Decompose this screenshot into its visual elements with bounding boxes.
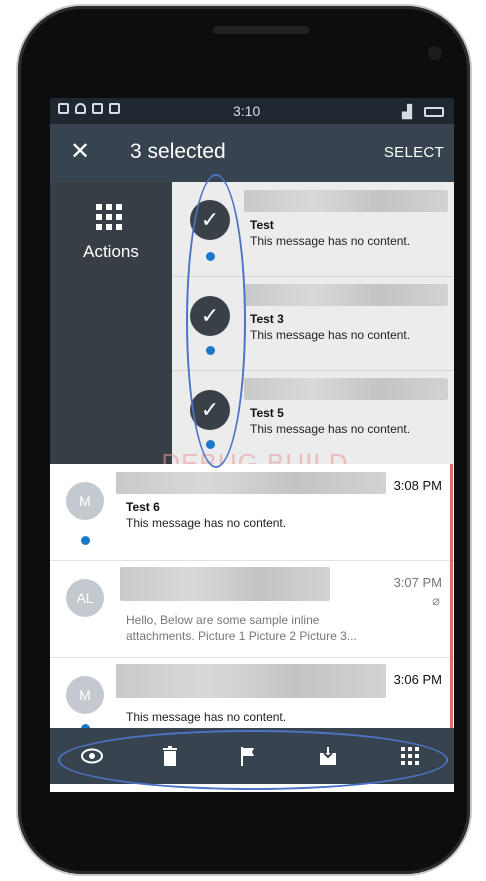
app-bar: ✕ 3 selected SELECT — [50, 124, 454, 182]
message-subject: Test 3 — [250, 312, 284, 326]
select-button[interactable]: SELECT — [384, 144, 444, 161]
phone-camera — [428, 46, 442, 60]
annotation-oval-toolbar — [58, 730, 448, 790]
annotation-oval-checkmarks — [186, 174, 246, 468]
grid-icon — [96, 204, 122, 230]
message-preview-line1: Hello, Below are some sample inline — [126, 613, 320, 627]
actions-panel[interactable]: Actions — [50, 182, 172, 464]
status-icons-right: ▟ — [402, 104, 444, 120]
unread-dot — [81, 536, 90, 545]
avatar: M — [66, 482, 104, 520]
signal-icon: ▟ — [402, 104, 412, 119]
message-preview: This message has no content. — [250, 328, 411, 342]
message-preview: This message has no content. — [126, 710, 287, 724]
blurred-sender — [120, 567, 330, 601]
message-preview: This message has no content. — [250, 422, 411, 436]
avatar: M — [66, 676, 104, 714]
status-time: 3:10 — [233, 103, 261, 119]
blurred-sender — [244, 378, 448, 400]
message-row[interactable]: M 3:06 PM This message has no content. — [50, 658, 454, 733]
selection-count-title: 3 selected — [130, 140, 226, 163]
screen: 3:10 ▟ ✕ 3 selected SELECT Actions ✓ Tes… — [50, 98, 454, 792]
actions-label: Actions — [83, 242, 139, 261]
blurred-sender — [116, 664, 386, 698]
bag-icon — [92, 103, 103, 114]
message-preview-line2: attachments. Picture 1 Picture 2 Picture… — [126, 629, 357, 643]
message-time: 3:08 PM — [393, 478, 442, 493]
phone-speaker — [213, 26, 309, 34]
blurred-sender — [116, 472, 386, 494]
message-subject: Test 5 — [250, 406, 284, 420]
message-subject: Test — [250, 218, 274, 232]
message-row[interactable]: M 3:08 PM Test 6 This message has no con… — [50, 464, 454, 560]
status-icons-left — [58, 103, 120, 114]
message-subject: Test 6 — [126, 500, 160, 514]
wifi-icon — [75, 103, 86, 114]
message-row[interactable]: AL 3:07 PM ⌀ Hello, Below are some sampl… — [50, 561, 454, 657]
notification-icon — [58, 103, 69, 114]
message-time: 3:06 PM — [393, 672, 442, 687]
paperclip-icon: ⌀ — [432, 593, 440, 608]
blurred-sender — [244, 190, 448, 212]
message-preview: This message has no content. — [126, 516, 287, 530]
avatar: AL — [66, 579, 104, 617]
status-bar: 3:10 ▟ — [50, 98, 454, 124]
message-preview: This message has no content. — [250, 234, 411, 248]
message-time: 3:07 PM — [393, 575, 442, 590]
image-icon — [109, 103, 120, 114]
close-icon[interactable]: ✕ — [70, 138, 90, 166]
battery-icon — [424, 107, 444, 117]
blurred-sender — [244, 284, 448, 306]
